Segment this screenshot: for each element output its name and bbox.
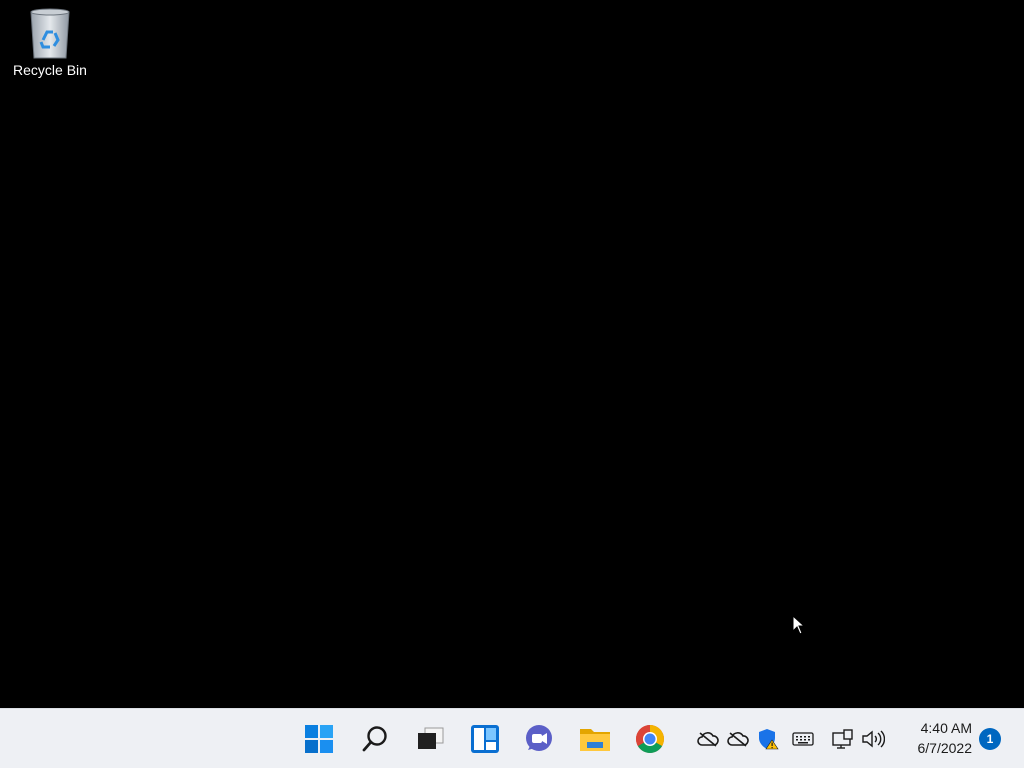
widgets-button[interactable] [465, 719, 505, 759]
notification-count: 1 [986, 732, 994, 746]
volume-icon [862, 730, 885, 748]
onedrive-offline-icon [697, 732, 719, 747]
windows-security-tray-button[interactable] [756, 727, 780, 751]
onedrive-tray-button-2[interactable] [726, 727, 750, 751]
taskbar: 4:40 AM 6/7/2022 1 [0, 708, 1024, 768]
teams-chat-icon [526, 725, 552, 751]
chrome-button[interactable] [630, 719, 670, 759]
onedrive-offline-icon [727, 732, 749, 747]
clock-button[interactable]: 4:40 AM 6/7/2022 [896, 718, 973, 758]
task-view-icon [418, 727, 444, 749]
chrome-icon [636, 725, 664, 753]
touch-keyboard-tray-button[interactable] [791, 727, 815, 751]
recycle-bin-shortcut[interactable]: Recycle Bin [6, 6, 94, 92]
start-button[interactable] [299, 719, 339, 759]
search-icon [362, 726, 387, 752]
recycle-bin-icon [30, 8, 70, 59]
windows-start-icon [305, 725, 333, 753]
notification-badge[interactable]: 1 [979, 728, 1001, 750]
security-warning-icon [759, 729, 779, 750]
folder-icon [580, 729, 610, 751]
keyboard-icon [792, 732, 814, 746]
search-button[interactable] [355, 719, 395, 759]
network-tray-button[interactable] [831, 727, 855, 751]
desktop: Recycle Bin [0, 0, 1024, 708]
onedrive-tray-button[interactable] [696, 727, 720, 751]
volume-tray-button[interactable] [861, 727, 885, 751]
clock-time: 4:40 AM [920, 720, 972, 736]
clock-date: 6/7/2022 [917, 740, 973, 756]
mouse-cursor-icon [792, 615, 806, 635]
chat-button[interactable] [519, 719, 559, 759]
widgets-icon [471, 725, 499, 753]
recycle-bin-label: Recycle Bin [13, 62, 87, 78]
file-explorer-button[interactable] [575, 719, 615, 759]
task-view-button[interactable] [410, 719, 450, 759]
network-icon [832, 729, 853, 749]
